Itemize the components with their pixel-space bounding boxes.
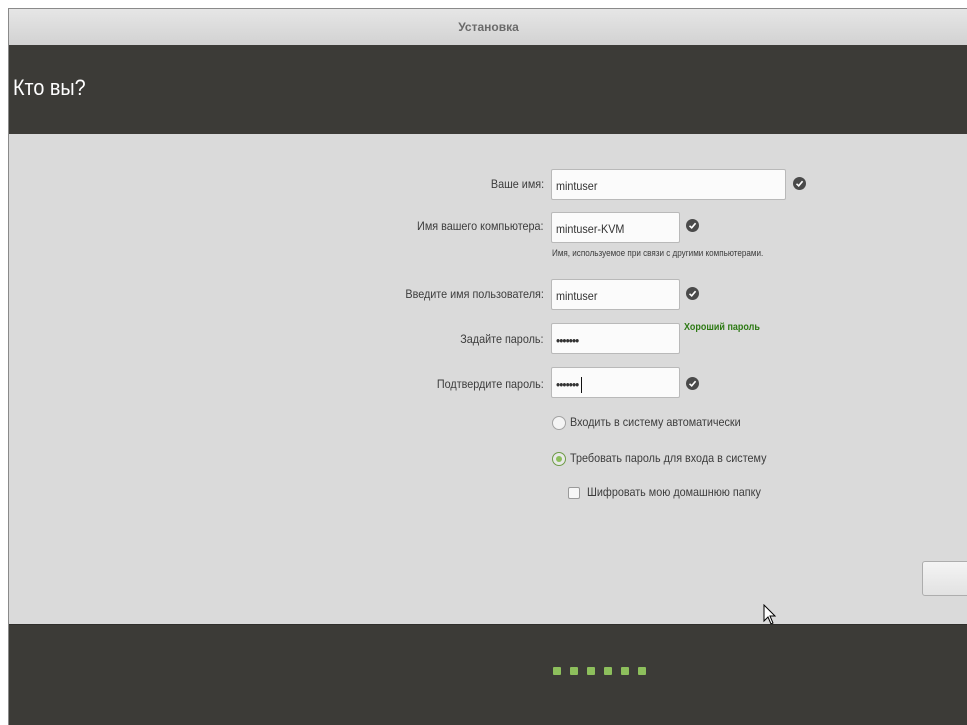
progress-step-dot — [604, 667, 612, 675]
text-caret — [580, 377, 582, 393]
require-password-radio[interactable] — [552, 452, 566, 466]
progress-footer — [9, 624, 967, 725]
computer-name-input[interactable]: mintuser-KVM — [551, 212, 680, 243]
name-check-icon — [793, 177, 806, 190]
password-input[interactable]: ••••••• — [551, 323, 680, 354]
page-title: Кто вы? — [13, 75, 86, 100]
encrypt-home-checkbox[interactable] — [568, 487, 580, 499]
computer-name-hint: Имя, используемое при связи с другими ко… — [552, 248, 764, 258]
require-password-label[interactable]: Требовать пароль для входа в систему — [570, 451, 766, 465]
computer-check-icon — [686, 219, 699, 232]
name-label: Ваше имя: — [490, 177, 544, 191]
title-bar[interactable]: Установка — [9, 9, 967, 46]
name-input[interactable]: mintuser — [551, 169, 786, 200]
username-label: Введите имя пользователя: — [405, 287, 544, 301]
encrypt-home-label[interactable]: Шифровать мою домашнюю папку — [587, 485, 761, 499]
username-input[interactable]: mintuser — [551, 279, 680, 310]
progress-step-dot — [638, 667, 646, 675]
mouse-cursor-icon — [763, 604, 777, 625]
autologin-radio[interactable] — [552, 416, 566, 430]
progress-step-dot — [570, 667, 578, 675]
name-value: mintuser — [556, 179, 598, 193]
progress-step-dot — [587, 667, 595, 675]
computer-label: Имя вашего компьютера: — [417, 219, 544, 233]
autologin-label[interactable]: Входить в систему автоматически — [570, 415, 741, 429]
confirm-check-icon — [686, 377, 699, 390]
password-label: Задайте пароль: — [460, 332, 544, 346]
form-area: Ваше имя: mintuser Имя вашего компьютера… — [9, 134, 967, 625]
page-header: Кто вы? — [9, 45, 967, 134]
confirm-password-value: ••••••• — [556, 377, 579, 392]
progress-step-dot — [553, 667, 561, 675]
password-value: ••••••• — [556, 333, 579, 348]
confirm-password-label: Подтвердите пароль: — [437, 377, 544, 391]
continue-button[interactable] — [922, 561, 967, 596]
confirm-password-input[interactable]: ••••••• — [551, 367, 680, 398]
window-title: Установка — [458, 20, 519, 34]
progress-step-dot — [621, 667, 629, 675]
installer-window: Установка Кто вы? Ваше имя: mintuser Имя… — [8, 8, 967, 725]
password-strength: Хороший пароль — [684, 322, 760, 333]
computer-name-value: mintuser-KVM — [556, 222, 625, 236]
progress-dots — [553, 667, 646, 675]
username-check-icon — [686, 287, 699, 300]
username-value: mintuser — [556, 289, 598, 303]
